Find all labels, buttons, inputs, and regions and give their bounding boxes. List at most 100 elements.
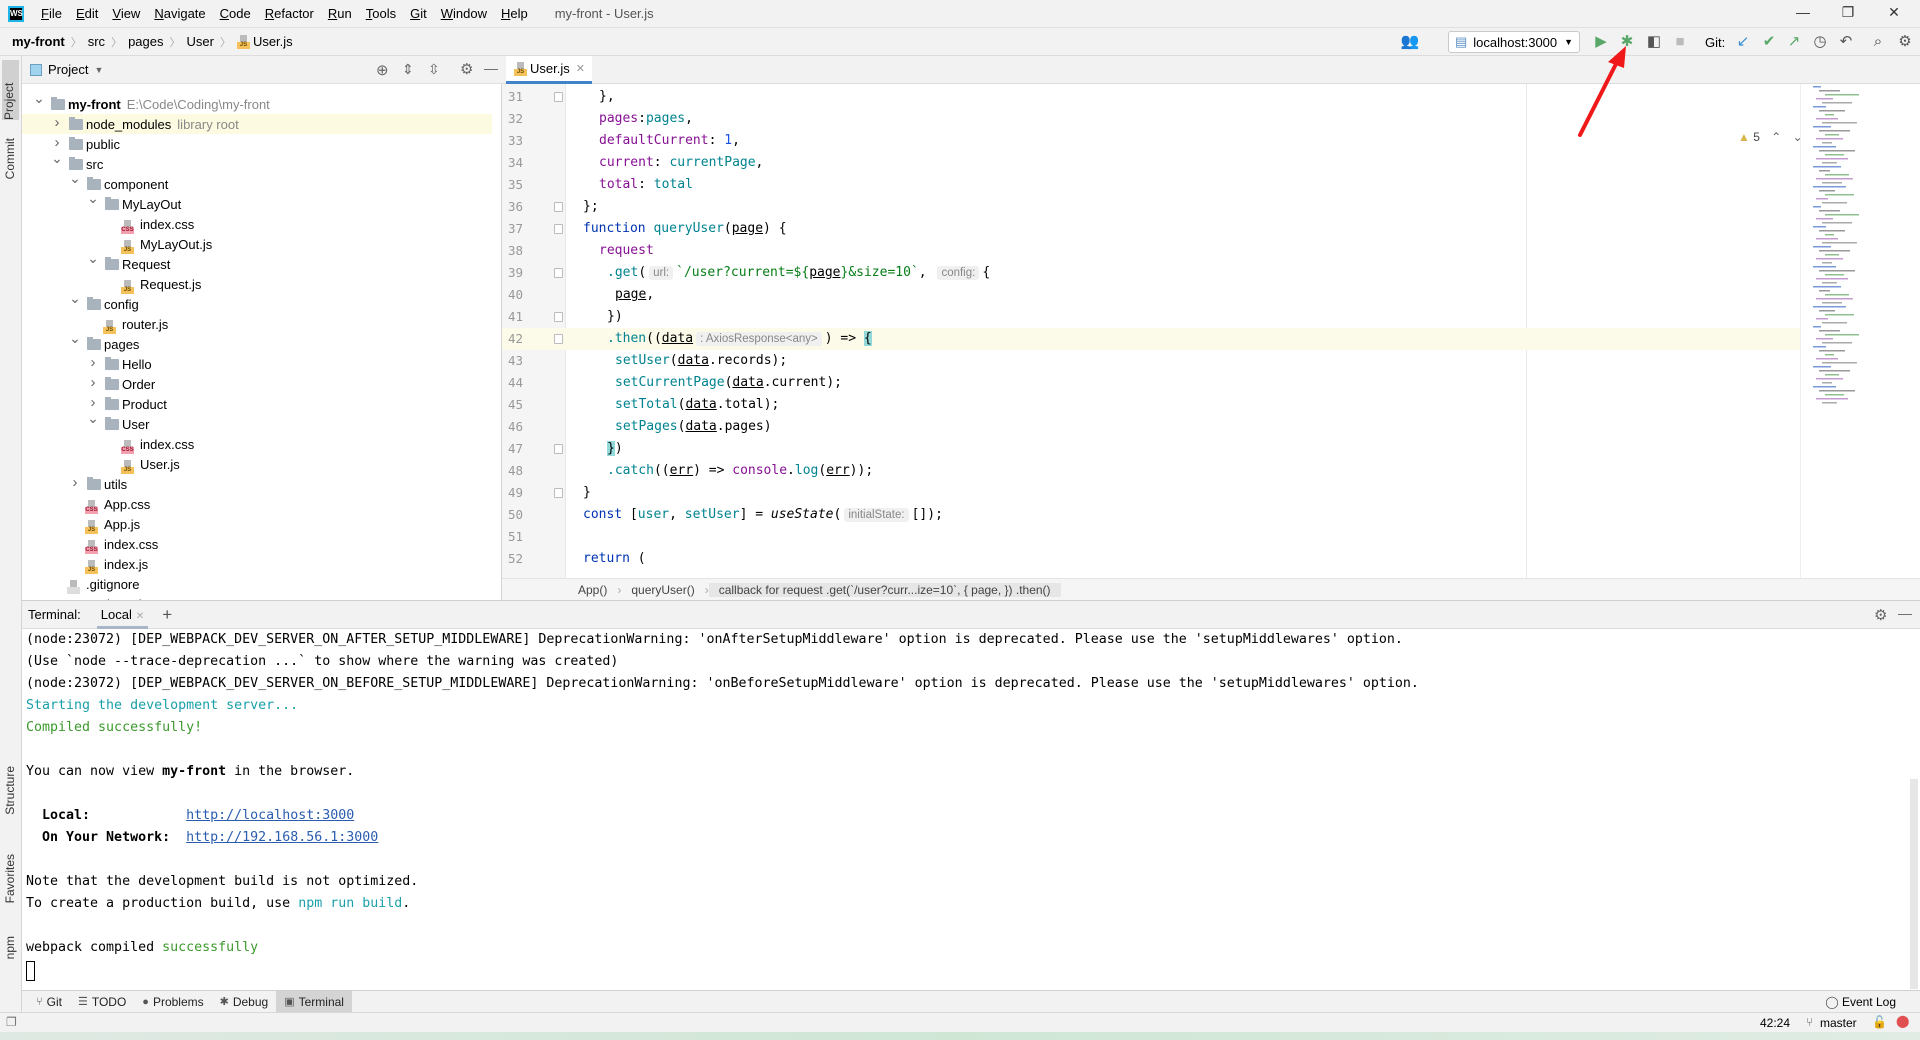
menu-view[interactable]: View <box>105 6 147 21</box>
tree-item[interactable]: ⌄ config <box>22 290 492 314</box>
menu-tools[interactable]: Tools <box>359 6 403 21</box>
close-button[interactable]: ✕ <box>1884 4 1904 21</box>
terminal-scrollbar[interactable] <box>1910 779 1918 989</box>
tab-debug[interactable]: ✱ Debug <box>212 991 277 1013</box>
chevron-down-icon[interactable]: ⌄ <box>87 190 99 207</box>
menu-file[interactable]: File <box>34 6 69 21</box>
chevron-right-icon[interactable]: › <box>51 134 63 151</box>
layout-icon[interactable]: ❐ <box>6 1015 17 1029</box>
tab-local[interactable]: Local ✕ <box>96 601 149 629</box>
tool-structure[interactable]: Structure <box>3 766 17 815</box>
code-line[interactable]: 38 request <box>502 240 1800 262</box>
breadcrumb-item[interactable]: src <box>88 34 105 50</box>
chevron-right-icon[interactable]: › <box>51 114 63 131</box>
tool-commit[interactable]: Commit <box>3 138 17 179</box>
new-tab-icon[interactable]: + <box>162 605 172 625</box>
terminal-link[interactable]: http://192.168.56.1:3000 <box>186 830 378 845</box>
coverage-icon[interactable]: ◧ <box>1644 33 1664 51</box>
tool-favorites[interactable]: Favorites <box>3 854 17 903</box>
tree-item[interactable]: JS index.js <box>22 554 492 574</box>
code-line[interactable]: 39 .get(url: `/user?current=${page}&size=1… <box>502 262 1800 284</box>
gear-icon[interactable]: ⚙ <box>1874 606 1887 624</box>
menu-edit[interactable]: Edit <box>69 6 105 21</box>
lock-icon[interactable]: 🔓 <box>1872 1015 1887 1029</box>
tree-item[interactable]: CSS index.css <box>22 214 492 234</box>
minimize-button[interactable]: — <box>1793 4 1813 20</box>
chevron-right-icon[interactable]: › <box>69 474 81 491</box>
code-line[interactable]: 48 .catch((err) => console.log(err)); <box>502 460 1800 482</box>
menu-help[interactable]: Help <box>494 6 535 21</box>
tree-item[interactable]: ⌄ pages <box>22 330 492 354</box>
maximize-button[interactable]: ❐ <box>1838 4 1858 21</box>
code-line[interactable]: 33 defaultCurrent: 1, <box>502 130 1800 152</box>
code-line[interactable]: 34 current: currentPage, <box>502 152 1800 174</box>
fold-marker-icon[interactable] <box>554 334 563 344</box>
search-icon[interactable]: ⌕ <box>1868 33 1888 51</box>
code-line[interactable]: 31}, <box>502 86 1800 108</box>
tool-project[interactable]: Project <box>2 60 19 120</box>
code-line[interactable]: 42 .then((data: AxiosResponse<any>) => { <box>502 328 1800 350</box>
close-tab-icon[interactable]: ✕ <box>136 611 144 622</box>
code-line[interactable]: 49} <box>502 482 1800 504</box>
inspection-widget[interactable]: ▲ 5 ⌃ ⌄ <box>1738 130 1803 144</box>
menu-window[interactable]: Window <box>434 6 494 21</box>
fold-marker-icon[interactable] <box>554 92 563 102</box>
code-line[interactable]: 41}) <box>502 306 1800 328</box>
editor-breadcrumb-item[interactable]: callback for request .get(`/user?curr...… <box>708 582 1061 597</box>
hide-icon[interactable]: — <box>484 60 498 76</box>
debug-icon[interactable]: ✱ <box>1617 33 1637 51</box>
code-line[interactable]: 47}) <box>502 438 1800 460</box>
tree-item[interactable]: ⌄ Request <box>22 250 492 274</box>
chevron-down-icon[interactable]: ⌄ <box>69 290 81 307</box>
chevron-right-icon[interactable]: › <box>87 394 99 411</box>
gear-icon[interactable]: ⚙ <box>460 60 473 78</box>
code-line[interactable]: 52 return ( <box>502 548 1800 570</box>
breadcrumb-item[interactable]: pages <box>128 34 163 50</box>
code-line[interactable]: 45 setTotal(data.total); <box>502 394 1800 416</box>
code-line[interactable]: 43 setUser(data.records); <box>502 350 1800 372</box>
chevron-down-icon[interactable]: ⌄ <box>69 170 81 187</box>
tree-item[interactable]: › public <box>22 134 492 154</box>
caret-position[interactable]: 42:24 <box>1760 1016 1790 1030</box>
tree-item[interactable]: ⌄ src <box>22 150 492 174</box>
breadcrumb-item[interactable]: my-front <box>12 34 65 50</box>
collapse-all-icon[interactable]: ⇳ <box>428 61 440 78</box>
account-icon[interactable]: 👥 <box>1400 33 1420 51</box>
tree-item[interactable]: › Order <box>22 374 492 394</box>
code-line[interactable]: 46 setPages(data.pages) <box>502 416 1800 438</box>
tab-user-js[interactable]: JS User.js ✕ <box>506 56 592 84</box>
breadcrumb-item[interactable]: User <box>186 34 213 50</box>
code-line[interactable]: 36}; <box>502 196 1800 218</box>
tab-problems[interactable]: ● Problems <box>134 991 211 1013</box>
chevron-down-icon[interactable]: ⌄ <box>87 410 99 427</box>
code-line[interactable]: 51 <box>502 526 1800 548</box>
run-icon[interactable]: ▶ <box>1591 33 1611 51</box>
menu-run[interactable]: Run <box>321 6 359 21</box>
tree-item[interactable]: ⌄ MyLayOut <box>22 190 492 214</box>
menu-navigate[interactable]: Navigate <box>147 6 212 21</box>
menu-code[interactable]: Code <box>213 6 258 21</box>
minimap[interactable] <box>1800 84 1920 578</box>
error-notification-icon[interactable]: ⬤ <box>1896 1014 1909 1028</box>
fold-marker-icon[interactable] <box>554 444 563 454</box>
chevron-down-icon[interactable]: ⌄ <box>87 250 99 267</box>
tree-item[interactable]: .gitignore <box>22 574 492 594</box>
git-push-icon[interactable]: ↗ <box>1784 33 1804 51</box>
chevron-right-icon[interactable]: › <box>87 374 99 391</box>
project-view-select[interactable]: Project <box>48 62 88 77</box>
tab-terminal[interactable]: ▣ Terminal <box>276 990 352 1013</box>
code-line[interactable]: 40 page, <box>502 284 1800 306</box>
tool-npm[interactable]: npm <box>3 936 17 959</box>
tree-item[interactable]: CSS index.css <box>22 434 492 454</box>
code-line[interactable]: 50 const [user, setUser] = useState(initi… <box>502 504 1800 526</box>
git-branch[interactable]: master <box>1820 1016 1857 1030</box>
tree-item[interactable]: JS App.js <box>22 514 492 534</box>
event-log-button[interactable]: ◯ Event Log <box>1825 995 1896 1009</box>
tab-todo[interactable]: ☰ TODO <box>70 991 134 1013</box>
fold-marker-icon[interactable] <box>554 268 563 278</box>
git-commit-icon[interactable]: ✔ <box>1759 33 1779 51</box>
chevron-down-icon[interactable]: ⌄ <box>33 90 45 107</box>
run-config-select[interactable]: ▤ localhost:3000 ▼ <box>1448 31 1580 53</box>
tree-item[interactable]: CSS App.css <box>22 494 492 514</box>
history-icon[interactable]: ◷ <box>1810 33 1830 51</box>
